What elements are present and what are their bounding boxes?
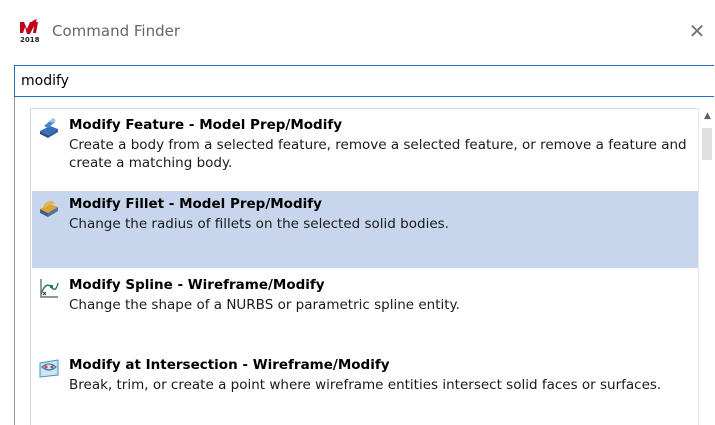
modify-fillet-icon bbox=[40, 200, 58, 217]
close-button[interactable]: ✕ bbox=[684, 18, 710, 44]
result-description: Break, trim, or create a point where wir… bbox=[69, 377, 662, 393]
result-item-modify-fillet[interactable]: Modify Fillet - Model Prep/Modify Change… bbox=[32, 191, 698, 268]
title-bar: 2018 Command Finder ✕ bbox=[0, 0, 715, 64]
modify-spline-icon bbox=[40, 279, 59, 298]
result-item-modify-spline[interactable]: Modify Spline - Wireframe/Modify Change … bbox=[32, 272, 698, 348]
search-input[interactable] bbox=[21, 70, 701, 92]
result-description: Change the shape of a NURBS or parametri… bbox=[69, 297, 460, 313]
result-item-modify-at-intersection[interactable]: Modify at Intersection - Wireframe/Modif… bbox=[32, 352, 698, 425]
result-description: Change the radius of fillets on the sele… bbox=[69, 216, 449, 232]
result-description: Create a body from a selected feature, r… bbox=[69, 137, 687, 171]
result-title: Modify Feature - Model Prep/Modify bbox=[69, 117, 343, 133]
window-title: Command Finder bbox=[52, 22, 180, 40]
scroll-up-arrow-icon[interactable]: ▲ bbox=[699, 108, 715, 125]
command-finder-window: 2018 Command Finder ✕ Modify Feature - M… bbox=[0, 0, 715, 425]
result-title: Modify at Intersection - Wireframe/Modif… bbox=[69, 357, 390, 373]
modify-feature-icon bbox=[40, 118, 58, 138]
mastercam-logo-icon: 2018 bbox=[20, 19, 40, 44]
results-panel: Modify Feature - Model Prep/Modify Creat… bbox=[14, 97, 715, 425]
result-title: Modify Spline - Wireframe/Modify bbox=[69, 277, 325, 293]
result-item-modify-feature[interactable]: Modify Feature - Model Prep/Modify Creat… bbox=[32, 112, 698, 188]
scroll-thumb[interactable] bbox=[702, 128, 712, 160]
result-title: Modify Fillet - Model Prep/Modify bbox=[69, 196, 322, 212]
modify-at-intersection-icon bbox=[39, 359, 59, 378]
close-icon: ✕ bbox=[688, 19, 706, 43]
logo-year: 2018 bbox=[20, 36, 40, 44]
search-box bbox=[14, 65, 714, 97]
results-list: Modify Feature - Model Prep/Modify Creat… bbox=[30, 108, 713, 425]
results-scrollbar[interactable]: ▲ bbox=[698, 108, 715, 425]
